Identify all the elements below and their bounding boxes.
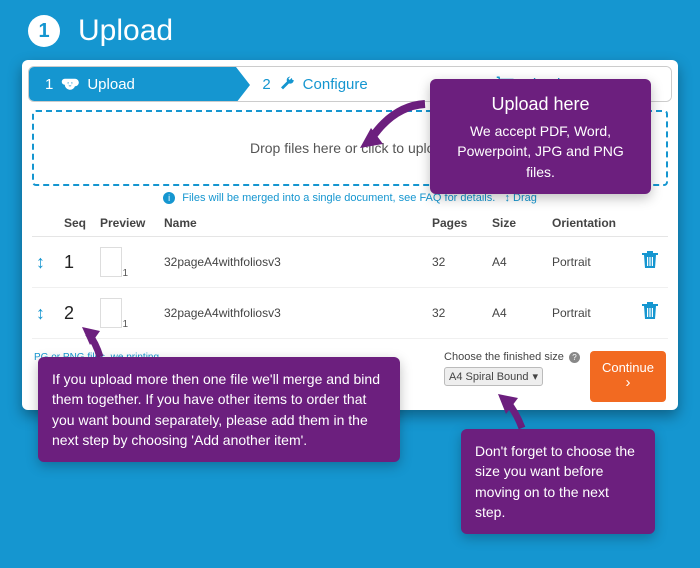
orientation-value: Portrait — [548, 237, 638, 288]
file-name: 32pageA4withfoliosv3 — [160, 288, 428, 339]
col-size: Size — [488, 210, 548, 237]
callout-upload: Upload here We accept PDF, Word, Powerpo… — [430, 79, 651, 194]
cloud-upload-icon — [61, 77, 79, 91]
col-seq: Seq — [60, 210, 96, 237]
info-icon: i — [163, 192, 175, 204]
size-label: Choose the finished size — [444, 351, 564, 363]
callout-size: Don't forget to choose the size you want… — [461, 429, 655, 534]
chevron-down-icon: ▾ — [533, 370, 539, 383]
trash-icon[interactable] — [642, 304, 658, 324]
preview-page: 1 — [122, 319, 128, 330]
callout-arrow-size — [494, 392, 534, 430]
page-header: 1 Upload — [0, 0, 700, 54]
step-upload[interactable]: 1 Upload — [29, 67, 236, 101]
orientation-value: Portrait — [548, 288, 638, 339]
continue-label: Continue — [602, 361, 654, 375]
preview-thumb[interactable]: 1 — [100, 247, 122, 277]
chevron-right-icon: › — [625, 375, 630, 392]
seq-value: 1 — [64, 252, 74, 272]
wrench-icon — [279, 76, 295, 92]
callout-arrow-merge — [80, 325, 120, 359]
trash-icon[interactable] — [642, 253, 658, 273]
page-title: Upload — [78, 14, 173, 48]
col-name: Name — [160, 210, 428, 237]
col-preview: Preview — [96, 210, 160, 237]
size-value: A4 — [488, 288, 548, 339]
col-pages: Pages — [428, 210, 488, 237]
callout-arrow-upload — [357, 98, 427, 153]
file-name: 32pageA4withfoliosv3 — [160, 237, 428, 288]
callout-merge-body: If you upload more then one file we'll m… — [52, 369, 386, 450]
size-select-value: A4 Spiral Bound — [449, 371, 529, 383]
callout-upload-body: We accept PDF, Word, Powerpoint, JPG and… — [444, 121, 637, 182]
preview-thumb[interactable]: 1 — [100, 298, 122, 328]
drag-handle-icon[interactable]: ↕ — [36, 303, 45, 323]
continue-button[interactable]: Continue › — [590, 351, 666, 402]
size-select[interactable]: A4 Spiral Bound ▾ — [444, 367, 543, 386]
size-chooser: Choose the finished size ? A4 Spiral Bou… — [444, 351, 580, 386]
step-configure[interactable]: 2 Configure — [236, 67, 453, 101]
table-row: ↕ 2 1 32pageA4withfoliosv3 32 A4 Portrai… — [32, 288, 668, 339]
step-label-configure: Configure — [303, 76, 368, 93]
drag-handle-icon[interactable]: ↕ — [36, 252, 45, 272]
help-icon[interactable]: ? — [569, 352, 580, 363]
step-label-upload: Upload — [87, 76, 135, 93]
callout-merge: If you upload more then one file we'll m… — [38, 357, 400, 462]
files-table: Seq Preview Name Pages Size Orientation … — [32, 210, 668, 339]
table-row: ↕ 1 1 32pageA4withfoliosv3 32 A4 Portrai… — [32, 237, 668, 288]
callout-size-body: Don't forget to choose the size you want… — [475, 441, 641, 522]
callout-upload-title: Upload here — [444, 91, 637, 117]
preview-page: 1 — [122, 268, 128, 279]
step-num-2: 2 — [262, 76, 270, 93]
step-num-1: 1 — [45, 76, 53, 93]
seq-value: 2 — [64, 303, 74, 323]
pages-value: 32 — [428, 237, 488, 288]
col-orientation: Orientation — [548, 210, 638, 237]
pages-value: 32 — [428, 288, 488, 339]
size-value: A4 — [488, 237, 548, 288]
page-number-badge: 1 — [28, 15, 60, 47]
